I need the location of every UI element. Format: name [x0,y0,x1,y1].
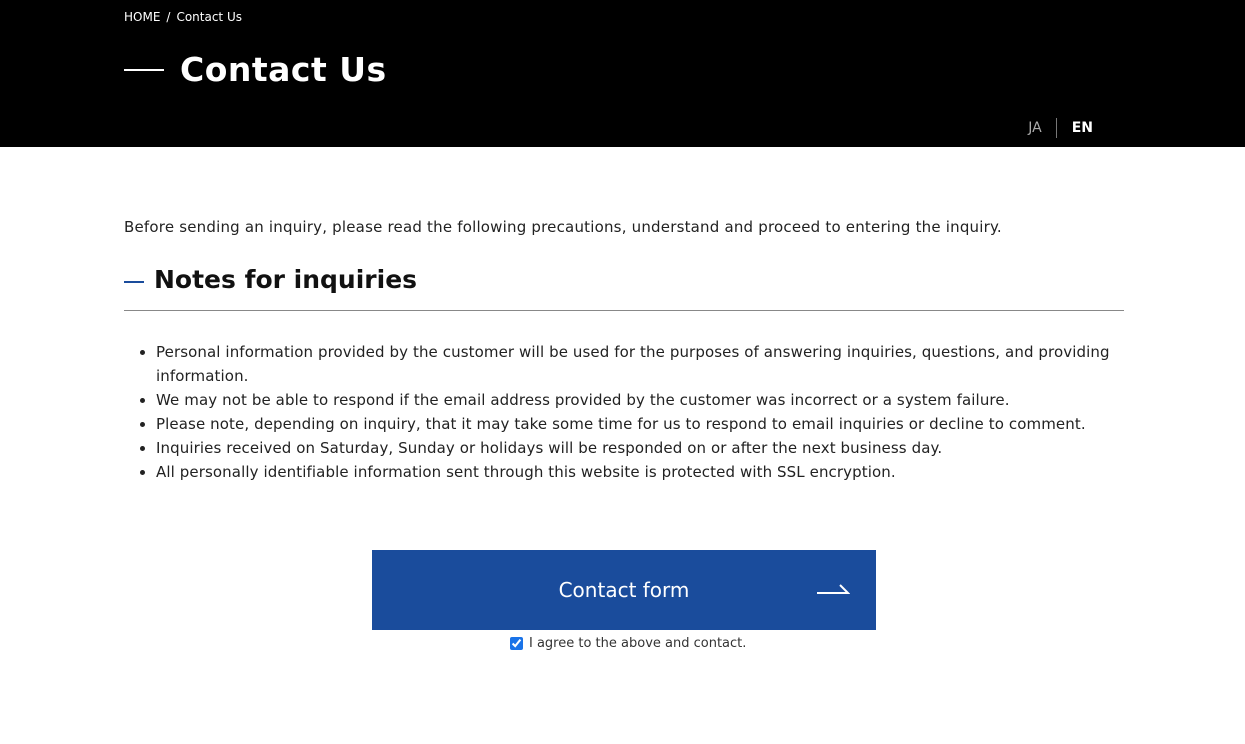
notes-heading: Notes for inquiries [124,262,1124,311]
breadcrumb-current: Contact Us [176,10,242,24]
notes-list: Personal information provided by the cus… [124,340,1116,484]
page-title: Contact Us [180,50,387,89]
page-hero: HOME / Contact Us Contact Us JA EN [0,0,1245,147]
breadcrumb-home-link[interactable]: HOME [124,10,160,24]
list-item: We may not be able to respond if the ema… [156,388,1116,412]
language-switcher: JA EN [1028,118,1093,138]
contact-form-button-label: Contact form [558,578,690,602]
list-item: Inquiries received on Saturday, Sunday o… [156,436,1116,460]
breadcrumb: HOME / Contact Us [124,10,242,24]
notes-heading-dash [124,281,144,283]
hero-title-line [124,68,164,71]
agree-checkbox[interactable] [510,637,523,650]
list-item: Please note, depending on inquiry, that … [156,412,1116,436]
language-ja-link[interactable]: JA [1028,118,1057,138]
agree-label: I agree to the above and contact. [529,636,747,651]
notes-title: Notes for inquiries [154,265,418,294]
list-item: Personal information provided by the cus… [156,340,1116,388]
arrow-right-icon [817,584,850,594]
agree-checkbox-row[interactable]: I agree to the above and contact. [510,636,746,651]
intro-text: Before sending an inquiry, please read t… [124,218,1002,236]
contact-form-button[interactable]: Contact form [372,550,876,630]
hero-title-block: Contact Us [124,50,387,89]
language-en-link[interactable]: EN [1057,118,1093,138]
list-item: All personally identifiable information … [156,460,1116,484]
breadcrumb-separator: / [166,10,171,24]
